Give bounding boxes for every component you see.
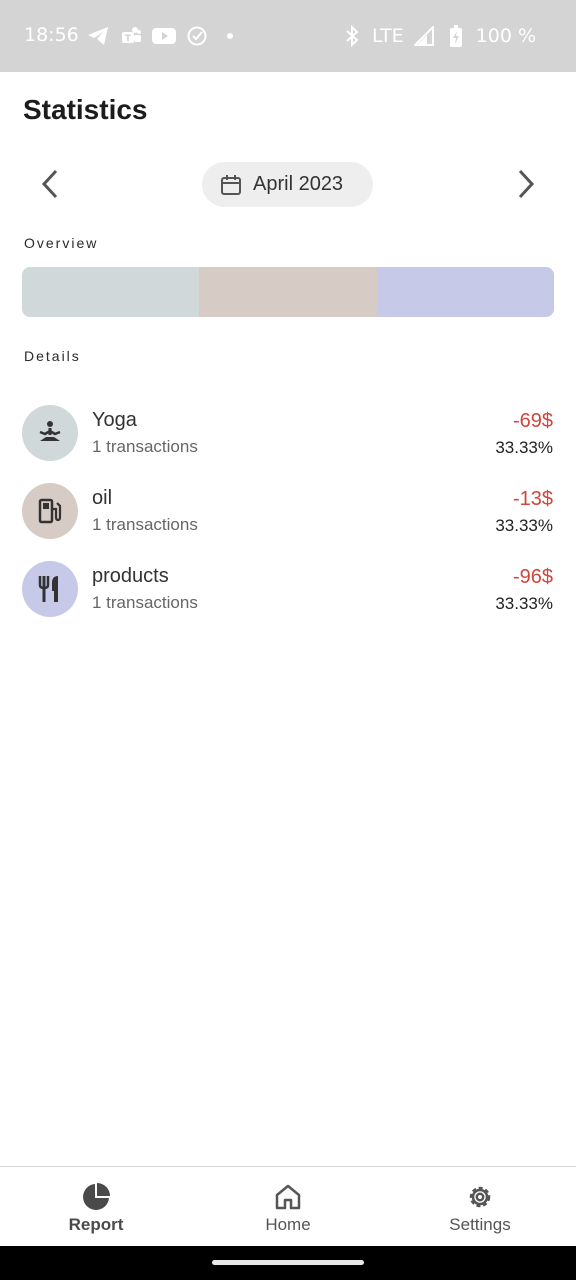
category-amount: -69$: [512, 410, 553, 432]
transaction-count: 1 transactions: [92, 593, 198, 612]
overview-segment: [22, 267, 200, 317]
gear-icon: [469, 1186, 491, 1208]
transaction-count: 1 transactions: [92, 437, 198, 456]
network-type: LTE: [372, 25, 404, 47]
status-time: 18:56: [24, 24, 79, 46]
month-selector[interactable]: April 2023: [202, 162, 373, 207]
category-row-yoga[interactable]: Yoga 1 transactions -69$ 33.33%: [0, 394, 576, 472]
youtube-icon: [152, 24, 176, 48]
nav-report-label: Report: [68, 1215, 124, 1234]
details-label: Details: [24, 348, 81, 364]
transaction-count: 1 transactions: [92, 515, 198, 534]
category-name: Yoga: [92, 409, 137, 431]
category-percent: 33.33%: [495, 594, 553, 613]
overview-label: Overview: [24, 235, 99, 251]
overview-segment: [376, 267, 554, 317]
system-icons: LTE 100 %: [340, 24, 536, 48]
telegram-icon: [86, 24, 110, 48]
bluetooth-icon: [340, 24, 364, 48]
nav-settings[interactable]: Settings: [384, 1167, 576, 1246]
signal-icon: [412, 24, 436, 48]
category-amount: -13$: [512, 488, 553, 510]
status-bar: 18:56 T LTE 100 %: [0, 0, 576, 72]
month-label: April 2023: [253, 173, 344, 195]
svg-text:T: T: [125, 34, 132, 44]
category-percent: 33.33%: [495, 438, 553, 457]
fuel-icon: [38, 498, 62, 524]
category-avatar: [22, 483, 78, 539]
restaurant-icon: [38, 576, 58, 602]
page-title: Statistics: [23, 94, 148, 125]
overview-segment: [199, 267, 377, 317]
category-row-oil[interactable]: oil 1 transactions -13$ 33.33%: [0, 472, 576, 550]
category-list: Yoga 1 transactions -69$ 33.33% oil 1 tr…: [0, 394, 576, 628]
next-month-button[interactable]: [506, 164, 546, 204]
nav-home-label: Home: [265, 1215, 311, 1234]
chevron-left-icon: [41, 169, 58, 199]
category-row-products[interactable]: products 1 transactions -96$ 33.33%: [0, 550, 576, 628]
nav-settings-label: Settings: [449, 1215, 511, 1234]
battery-icon: [444, 24, 468, 48]
pie-chart-icon: [83, 1183, 110, 1210]
calendar-icon: [221, 174, 241, 195]
notification-icons: T: [86, 24, 242, 48]
bottom-navigation: Report Home Settings: [0, 1166, 576, 1246]
category-avatar: [22, 561, 78, 617]
gesture-handle[interactable]: [212, 1260, 364, 1265]
home-icon: [275, 1184, 301, 1210]
category-avatar: [22, 405, 78, 461]
nav-report[interactable]: Report: [0, 1167, 192, 1246]
system-navigation-bar: [0, 1246, 576, 1280]
overview-bar: [22, 267, 554, 317]
chevron-right-icon: [518, 169, 535, 199]
category-percent: 33.33%: [495, 516, 553, 535]
previous-month-button[interactable]: [30, 164, 70, 204]
yoga-icon: [39, 421, 61, 441]
category-amount: -96$: [512, 566, 553, 588]
teams-icon: T: [119, 24, 143, 48]
nav-home[interactable]: Home: [192, 1167, 384, 1246]
check-circle-icon: [185, 24, 209, 48]
battery-level: 100 %: [475, 25, 536, 47]
category-name: products: [92, 565, 169, 587]
category-name: oil: [92, 487, 113, 509]
dot-icon: [218, 24, 242, 48]
